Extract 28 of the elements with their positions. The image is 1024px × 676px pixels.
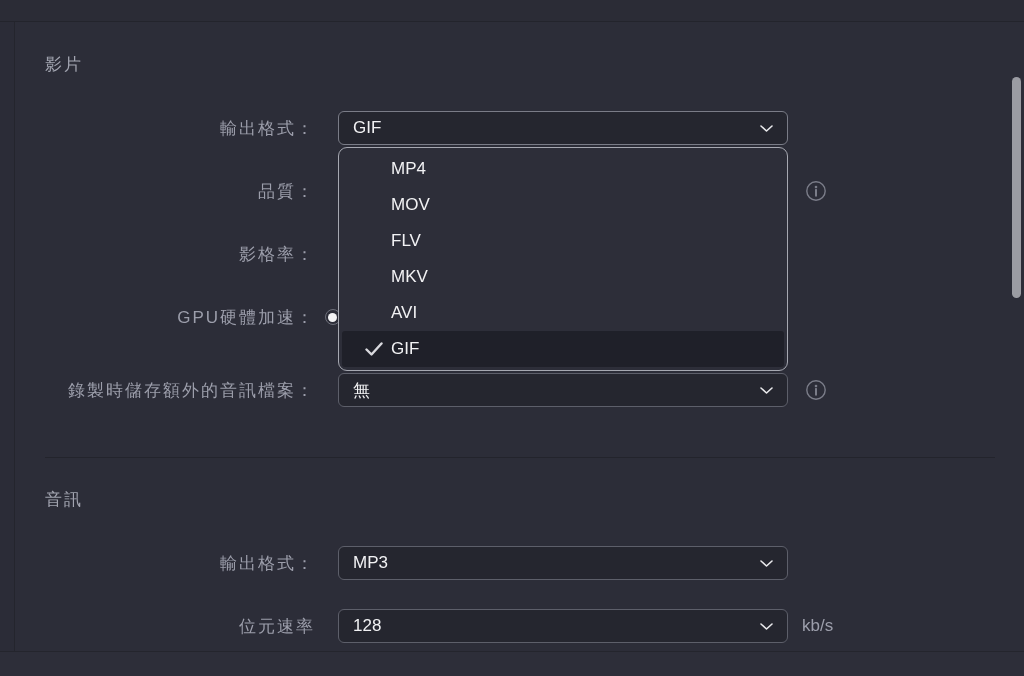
select-field[interactable]: MP3 [338, 546, 788, 580]
field-label: GPU硬體加速： [177, 306, 315, 329]
field-label: 輸出格式： [220, 117, 315, 140]
dropdown-option[interactable]: MP4 [342, 151, 784, 187]
select-field[interactable]: 128 [338, 609, 788, 643]
info-icon[interactable] [806, 181, 826, 201]
chevron-down-icon [760, 124, 773, 132]
unit-label: kb/s [802, 616, 834, 636]
checkmark-icon [365, 342, 383, 356]
chevron-down-icon [760, 622, 773, 630]
section-title: 影片 [45, 55, 83, 75]
field-label: 品質： [258, 180, 315, 203]
chevron-down-icon [760, 386, 773, 394]
field-label: 輸出格式： [220, 552, 315, 575]
section-title: 音訊 [45, 490, 83, 510]
dropdown-option[interactable]: MKV [342, 259, 784, 295]
select-field[interactable]: GIF [338, 111, 788, 145]
dropdown-option[interactable]: MOV [342, 187, 784, 223]
dropdown-option[interactable]: GIF [342, 331, 784, 367]
info-icon[interactable] [806, 380, 826, 400]
dropdown-option[interactable]: FLV [342, 223, 784, 259]
select-field[interactable]: 無 [338, 373, 788, 407]
chevron-down-icon [760, 559, 773, 567]
scrollbar-thumb[interactable] [1012, 77, 1021, 298]
field-label: 錄製時儲存額外的音訊檔案： [68, 379, 315, 402]
field-label: 位元速率 [239, 615, 315, 638]
dropdown-option[interactable]: AVI [342, 295, 784, 331]
field-label: 影格率： [239, 243, 315, 266]
